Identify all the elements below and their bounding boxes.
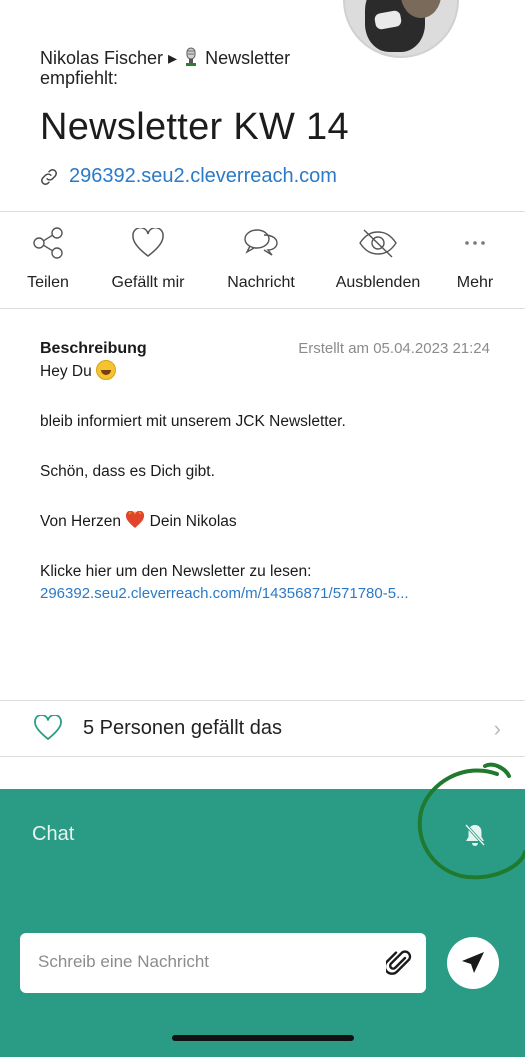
description-line: Schön, dass es Dich gibt. (40, 463, 215, 480)
share-button[interactable]: Teilen (0, 216, 103, 308)
send-button[interactable] (447, 937, 499, 989)
recommender-name: Nikolas Fischer ▸ (40, 48, 178, 68)
source-link-row[interactable]: 296392.seu2.cleverreach.com (38, 165, 337, 188)
description-section: Beschreibung Erstellt am 05.04.2023 21:2… (40, 340, 490, 605)
heart-icon (132, 228, 164, 257)
message-label: Nachricht (227, 274, 295, 291)
like-button[interactable]: Gefällt mir (93, 216, 203, 308)
signoff-prefix: Von Herzen (40, 513, 121, 530)
page-title: Newsletter KW 14 (40, 106, 349, 148)
recommender-line[interactable]: Nikolas Fischer ▸ Newsletter empfiehlt: (40, 47, 340, 88)
read-prompt: Klicke hier um den Newsletter zu lesen: (40, 563, 312, 580)
message-input[interactable] (38, 946, 368, 978)
chat-bubbles-icon (244, 229, 278, 256)
source-link[interactable]: 296392.seu2.cleverreach.com (69, 165, 337, 188)
chat-title: Chat (32, 823, 75, 845)
microphone-icon (186, 47, 197, 66)
more-label: Mehr (456, 274, 494, 291)
eye-off-icon (359, 229, 397, 258)
chat-panel: Chat (0, 789, 525, 1057)
divider (0, 756, 525, 757)
description-heading: Beschreibung (40, 340, 147, 357)
newsletter-link[interactable]: 296392.seu2.cleverreach.com/m/14356871/5… (40, 583, 490, 605)
description-line: bleib informiert mit unserem JCK Newslet… (40, 413, 346, 430)
chevron-right-icon: › (493, 716, 501, 741)
avatar[interactable] (343, 0, 459, 58)
message-button[interactable]: Nachricht (206, 216, 316, 308)
message-input-container (20, 933, 426, 993)
likes-row[interactable]: 5 Personen gefällt das › (0, 700, 525, 756)
action-bar: Teilen Gefällt mir Nachricht Ausblenden … (0, 216, 525, 308)
more-button[interactable]: Mehr (420, 216, 525, 308)
divider (0, 211, 525, 212)
likes-count-text: 5 Personen gefällt das (83, 716, 283, 739)
divider (0, 308, 525, 309)
send-icon (462, 952, 484, 973)
like-label: Gefällt mir (111, 274, 185, 291)
share-icon (33, 227, 63, 259)
bell-muted-icon[interactable] (464, 823, 486, 847)
smiley-emoji-icon (96, 360, 116, 380)
more-icon (465, 241, 485, 245)
home-indicator[interactable] (172, 1035, 354, 1041)
hide-button[interactable]: Ausblenden (323, 216, 433, 308)
hide-label: Ausblenden (335, 274, 421, 291)
share-label: Teilen (27, 274, 69, 291)
signoff-name: Dein Nikolas (149, 513, 237, 530)
heart-emoji-icon (126, 511, 145, 528)
greeting-text: Hey Du (40, 363, 92, 380)
heart-outline-icon (34, 715, 62, 741)
created-timestamp: Erstellt am 05.04.2023 21:24 (298, 340, 490, 357)
paperclip-icon[interactable] (386, 949, 412, 977)
link-icon (41, 168, 57, 185)
